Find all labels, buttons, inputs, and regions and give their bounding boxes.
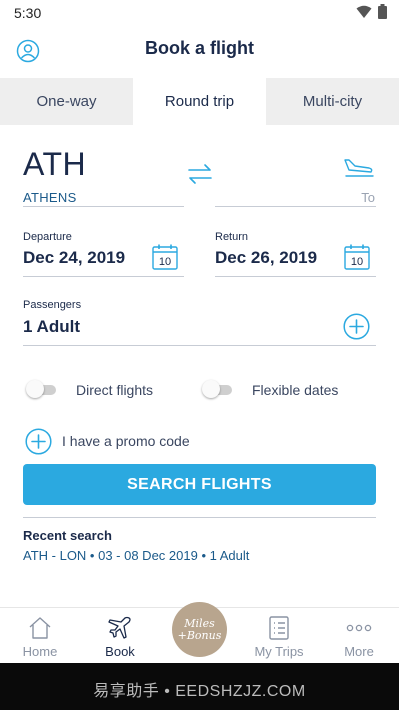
toggle-knob bbox=[202, 380, 220, 398]
return-label: Return bbox=[215, 231, 249, 243]
app-header: Book a flight bbox=[0, 26, 399, 78]
status-time: 5:30 bbox=[14, 5, 42, 21]
status-icons bbox=[356, 4, 387, 19]
nav-my-trips[interactable]: My Trips bbox=[249, 608, 309, 664]
system-nav-bar: 易享助手 • EEDSHZJZ.COM bbox=[0, 663, 399, 710]
divider bbox=[23, 517, 376, 518]
trip-type-tabs: One-way Round trip Multi-city bbox=[0, 78, 399, 125]
battery-icon bbox=[378, 4, 387, 19]
return-calendar-icon[interactable]: 10 bbox=[344, 244, 370, 270]
toggle-knob bbox=[26, 380, 44, 398]
direct-flights-label: Direct flights bbox=[76, 382, 154, 398]
nav-my-trips-label: My Trips bbox=[254, 644, 304, 659]
flexible-dates-toggle[interactable] bbox=[202, 380, 234, 398]
nav-book-label: Book bbox=[105, 644, 135, 659]
recent-search-title: Recent search bbox=[23, 528, 112, 543]
nav-home-label: Home bbox=[22, 644, 58, 659]
origin-city: ATHENS bbox=[23, 190, 77, 205]
recent-search-item[interactable]: ATH - LON • 03 - 08 Dec 2019 • 1 Adult bbox=[23, 548, 249, 563]
watermark: 易享助手 • EEDSHZJZ.COM bbox=[93, 683, 306, 700]
status-bar: 5:30 bbox=[0, 0, 399, 26]
plane-icon bbox=[108, 616, 131, 639]
miles-bonus-button[interactable]: Miles +Bonus bbox=[172, 602, 227, 657]
trips-icon bbox=[269, 616, 289, 640]
departure-label: Departure bbox=[23, 231, 72, 243]
add-promo-icon[interactable] bbox=[25, 428, 52, 455]
departure-calendar-day: 10 bbox=[159, 256, 171, 268]
nav-book[interactable]: Book bbox=[90, 608, 150, 664]
page-title: Book a flight bbox=[145, 38, 254, 58]
nav-more[interactable]: More bbox=[329, 608, 389, 664]
passengers-value[interactable]: 1 Adult bbox=[23, 317, 80, 337]
return-calendar-day: 10 bbox=[351, 256, 363, 268]
flexible-dates-label: Flexible dates bbox=[252, 382, 339, 398]
departure-date[interactable]: Dec 24, 2019 bbox=[23, 248, 125, 268]
nav-home[interactable]: Home bbox=[10, 608, 70, 664]
return-date[interactable]: Dec 26, 2019 bbox=[215, 248, 317, 268]
direct-flights-toggle[interactable] bbox=[26, 380, 58, 398]
swap-icon[interactable] bbox=[186, 160, 214, 188]
nav-more-label: More bbox=[344, 644, 374, 659]
passengers-label: Passengers bbox=[23, 299, 82, 311]
departure-underline bbox=[23, 276, 184, 277]
tab-round-trip[interactable]: Round trip bbox=[133, 78, 266, 125]
more-icon bbox=[346, 624, 372, 632]
wifi-icon bbox=[356, 5, 372, 18]
add-passenger-icon[interactable] bbox=[343, 313, 370, 340]
tab-multi-city[interactable]: Multi-city bbox=[266, 78, 399, 125]
promo-code-link[interactable]: I have a promo code bbox=[62, 433, 190, 449]
tab-one-way[interactable]: One-way bbox=[0, 78, 133, 125]
miles-bonus-line2: +Bonus bbox=[177, 628, 222, 642]
landing-plane-icon bbox=[344, 159, 374, 177]
home-icon bbox=[29, 617, 51, 639]
bottom-nav: Home Book Miles +Bonus My Trips More bbox=[0, 602, 399, 664]
destination-field[interactable]: To bbox=[361, 190, 375, 205]
destination-underline bbox=[215, 206, 376, 207]
return-underline bbox=[215, 276, 376, 277]
departure-calendar-icon[interactable]: 10 bbox=[152, 244, 178, 270]
origin-underline bbox=[23, 206, 184, 207]
passengers-underline bbox=[23, 345, 376, 346]
origin-code[interactable]: ATH bbox=[23, 146, 86, 183]
search-flights-button[interactable]: SEARCH FLIGHTS bbox=[23, 464, 376, 505]
